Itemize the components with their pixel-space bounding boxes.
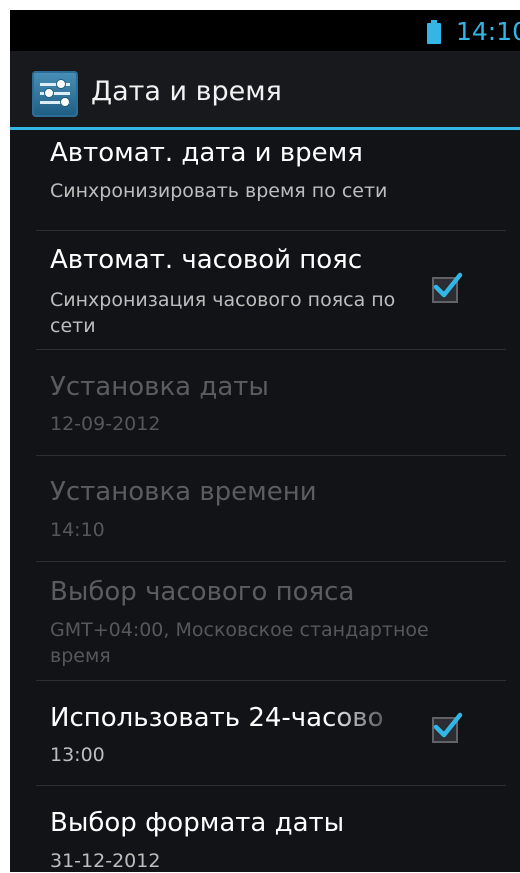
battery-icon xyxy=(427,20,441,44)
pref-summary: 31-12-2012 xyxy=(50,850,161,872)
pref-title: Автомат. дата и время xyxy=(50,138,363,168)
pref-date-format[interactable]: Выбор формата даты 31-12-2012 xyxy=(36,786,506,872)
title-fade xyxy=(326,701,436,735)
auto-timezone-checkbox[interactable] xyxy=(432,272,463,303)
pref-set-time: Установка времени 14:10 xyxy=(36,456,506,561)
checkmark-icon xyxy=(433,272,463,298)
pref-summary: Синхронизация часового пояса по сети xyxy=(50,289,396,337)
24-hour-checkbox[interactable] xyxy=(432,712,463,743)
pref-summary: 14:10 xyxy=(50,519,105,541)
settings-icon[interactable] xyxy=(32,71,78,117)
page-title: Дата и время xyxy=(91,76,282,107)
pref-title: Выбор часового пояса xyxy=(50,577,355,607)
pref-title: Установка времени xyxy=(50,477,317,507)
pref-summary: Синхронизировать время по сети xyxy=(50,180,388,202)
phone-screen: 14:10 Дата и время Автомат. дата и время… xyxy=(10,10,520,872)
pref-auto-date-time[interactable]: Автомат. дата и время Синхронизировать в… xyxy=(36,130,506,230)
pref-summary: GMT+04:00, Московское стандартное время xyxy=(50,619,429,667)
status-bar: 14:10 xyxy=(10,10,520,51)
pref-select-timezone: Выбор часового пояса GMT+04:00, Московск… xyxy=(36,562,506,680)
pref-title: Автомат. часовой пояс xyxy=(50,245,363,275)
pref-title: Выбор формата даты xyxy=(50,808,345,838)
pref-set-date: Установка даты 12-09-2012 xyxy=(36,350,506,455)
checkmark-icon xyxy=(433,712,463,738)
status-clock: 14:10 xyxy=(456,17,520,46)
pref-title: Установка даты xyxy=(50,372,269,402)
pref-auto-timezone[interactable]: Автомат. часовой пояс Синхронизация часо… xyxy=(36,231,506,349)
action-bar: Дата и время xyxy=(10,51,520,127)
pref-24-hour-format[interactable]: Использовать 24-часово 13:00 xyxy=(36,681,506,785)
pref-summary: 12-09-2012 xyxy=(50,413,161,435)
pref-summary: 13:00 xyxy=(50,744,105,766)
